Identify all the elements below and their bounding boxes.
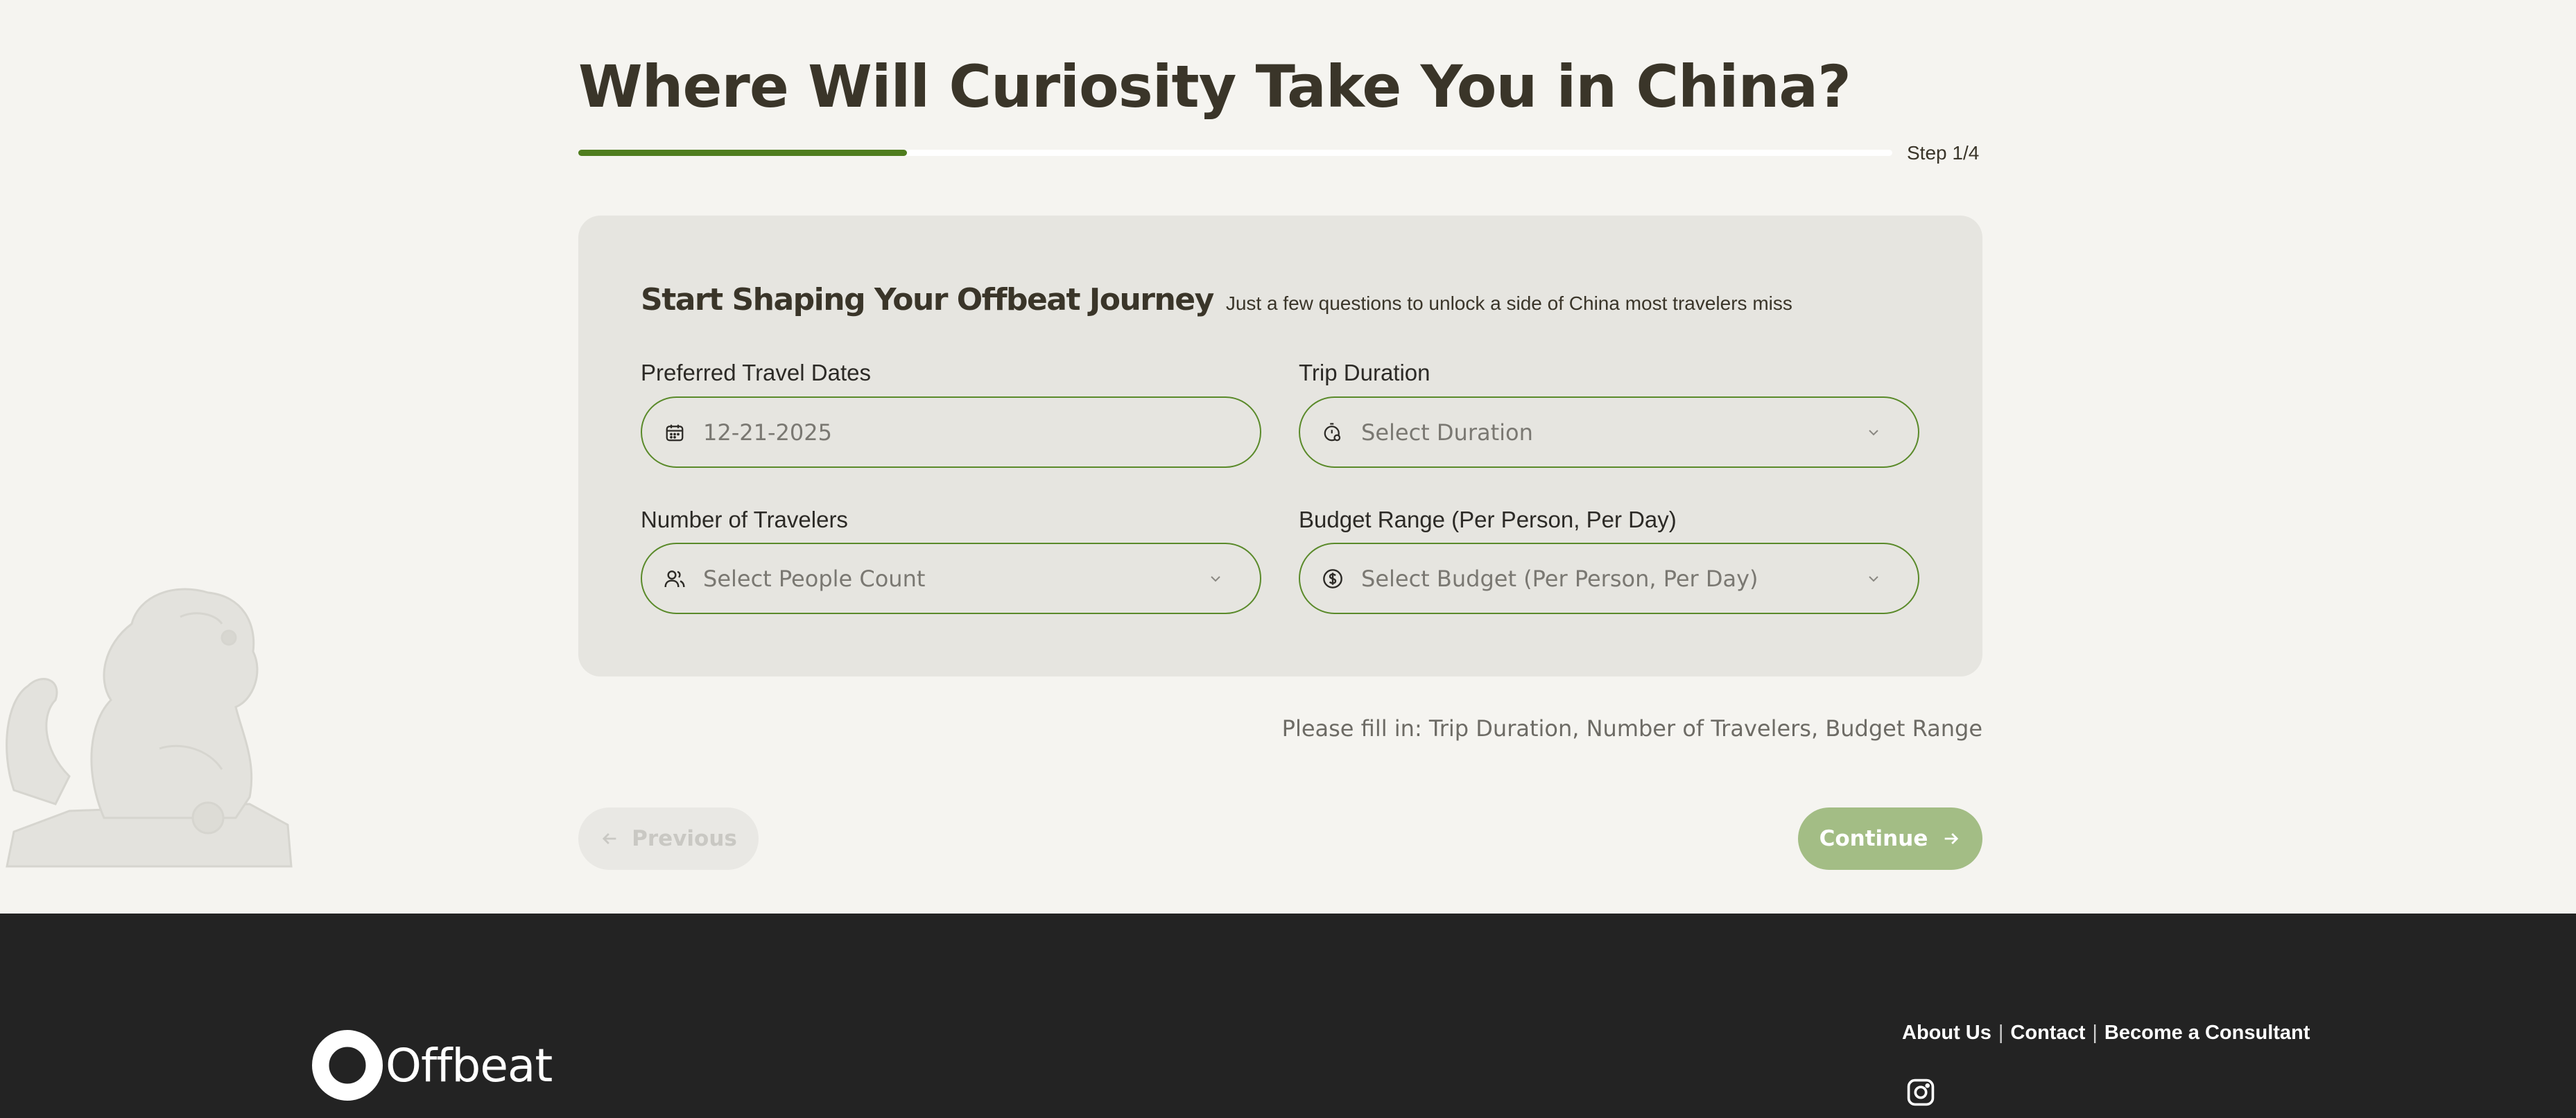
continue-button-label: Continue — [1819, 826, 1928, 851]
budget-label: Budget Range (Per Person, Per Day) — [1299, 507, 1677, 532]
main-section: Where Will Curiosity Take You in China? … — [0, 0, 2576, 914]
offbeat-logo[interactable]: Offbeat — [312, 1030, 553, 1101]
footer-links: About Us | Contact | Become a Consultant — [1902, 1022, 2310, 1045]
trip-duration-placeholder: Select Duration — [1361, 419, 1533, 446]
previous-button[interactable]: Previous — [578, 807, 759, 870]
footer-link-contact[interactable]: Contact — [2010, 1022, 2085, 1045]
travelers-placeholder: Select People Count — [703, 565, 926, 592]
dollar-icon — [1321, 567, 1345, 591]
link-separator: | — [1998, 1022, 2004, 1044]
step-indicator: Step 1/4 — [1907, 142, 1980, 164]
calendar-icon — [663, 421, 686, 444]
travel-dates-input[interactable]: 12-21-2025 — [641, 396, 1261, 468]
card-title: Start Shaping Your Offbeat Journey — [641, 282, 1214, 317]
page: Where Will Curiosity Take You in China? … — [0, 0, 2576, 1118]
link-separator: | — [2092, 1022, 2098, 1044]
budget-select[interactable]: Select Budget (Per Person, Per Day) — [1299, 543, 1919, 614]
logo-text: Offbeat — [386, 1038, 553, 1092]
arrow-right-icon — [1942, 829, 1961, 848]
progress-fill — [578, 150, 907, 156]
chevron-down-icon — [1864, 423, 1883, 442]
trip-duration-label: Trip Duration — [1299, 360, 1430, 385]
logo-ring-icon — [312, 1030, 383, 1101]
arrow-left-icon — [600, 829, 619, 848]
travelers-select[interactable]: Select People Count — [641, 543, 1261, 614]
footer-link-about[interactable]: About Us — [1902, 1022, 1991, 1045]
budget-placeholder: Select Budget (Per Person, Per Day) — [1361, 565, 1758, 592]
footer: Offbeat About Us | Contact | Become a Co… — [0, 914, 2576, 1118]
progress-bar — [578, 150, 1892, 156]
page-title: Where Will Curiosity Take You in China? — [578, 53, 1851, 121]
travelers-label: Number of Travelers — [641, 507, 848, 532]
trip-duration-select[interactable]: Select Duration — [1299, 396, 1919, 468]
continue-button[interactable]: Continue — [1798, 807, 1982, 870]
instagram-icon[interactable] — [1905, 1077, 1936, 1108]
card-subtitle: Just a few questions to unlock a side of… — [1225, 292, 1792, 314]
journey-form-card: Start Shaping Your Offbeat Journey Just … — [578, 216, 1982, 676]
chevron-down-icon — [1206, 569, 1225, 588]
travel-dates-value: 12-21-2025 — [703, 419, 832, 446]
chevron-down-icon — [1864, 569, 1883, 588]
people-icon — [663, 567, 686, 591]
previous-button-label: Previous — [632, 826, 737, 851]
lion-statue-image — [6, 588, 293, 868]
footer-link-consultant[interactable]: Become a Consultant — [2104, 1022, 2310, 1045]
travel-dates-label: Preferred Travel Dates — [641, 360, 871, 385]
card-heading: Start Shaping Your Offbeat Journey Just … — [641, 282, 1792, 317]
stopwatch-icon — [1321, 421, 1345, 444]
validation-message: Please fill in: Trip Duration, Number of… — [1281, 715, 1982, 742]
